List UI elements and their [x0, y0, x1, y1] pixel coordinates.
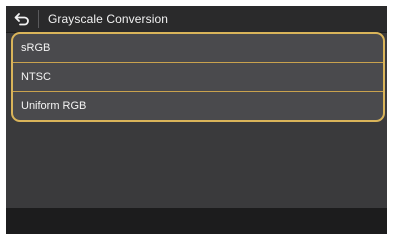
title-bar: Grayscale Conversion: [6, 6, 387, 33]
option-label: Uniform RGB: [21, 100, 87, 112]
option-label: sRGB: [21, 42, 51, 54]
footer-bar: [6, 208, 387, 234]
option-uniform-rgb[interactable]: Uniform RGB: [13, 92, 383, 120]
back-button[interactable]: [8, 7, 36, 31]
back-arrow-icon: [14, 13, 29, 26]
page-title: Grayscale Conversion: [48, 12, 169, 26]
option-srgb[interactable]: sRGB: [13, 34, 383, 63]
header-divider: [38, 10, 39, 28]
device-screen: Grayscale Conversion sRGB NTSC Uniform R…: [6, 6, 387, 234]
option-list: sRGB NTSC Uniform RGB: [11, 32, 385, 122]
option-ntsc[interactable]: NTSC: [13, 63, 383, 92]
option-label: NTSC: [21, 71, 51, 83]
